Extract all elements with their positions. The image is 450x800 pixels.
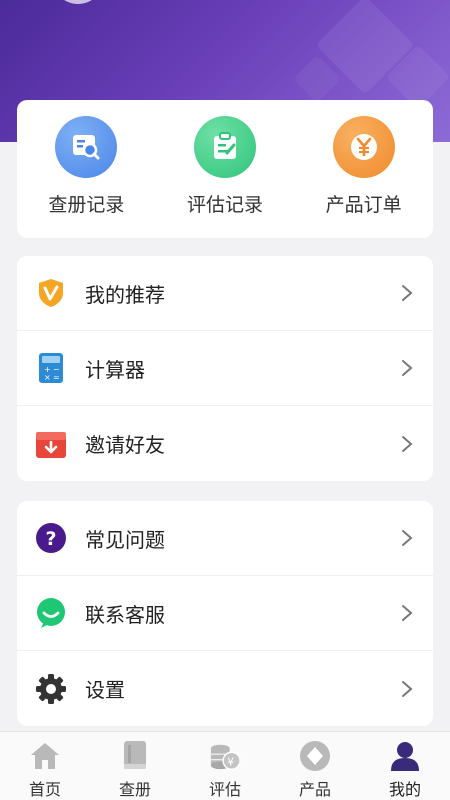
menu-item-label: 联系客服: [85, 602, 165, 627]
svg-text:×: ×: [44, 373, 51, 382]
menu-item-faq[interactable]: ? 常见问题: [17, 501, 433, 576]
tab-evaluation[interactable]: ¥ 评估: [180, 732, 270, 800]
svg-text:=: =: [53, 373, 60, 382]
chevron-right-icon: [399, 285, 415, 301]
tab-label: 查册: [118, 780, 151, 799]
menu-item-label: 常见问题: [85, 527, 165, 552]
tab-products[interactable]: 产品: [270, 732, 360, 800]
menu-item-my-recommendations[interactable]: 我的推荐: [17, 256, 433, 331]
home-icon: [29, 740, 61, 772]
shield-v-icon: [35, 277, 67, 309]
quick-action-product-orders[interactable]: 产品订单: [294, 100, 433, 238]
menu-item-calculator[interactable]: + − × = 计算器: [17, 331, 433, 406]
search-document-icon: [55, 116, 118, 178]
chat-bubble-icon: [35, 597, 67, 629]
menu-item-label: 我的推荐: [85, 282, 165, 307]
yen-icon: [332, 116, 395, 178]
quick-action-search-records[interactable]: 查册记录: [17, 100, 156, 238]
menu-item-settings[interactable]: 设置: [17, 651, 433, 726]
coins-icon: ¥: [209, 740, 241, 772]
tab-search-registry[interactable]: 查册: [90, 732, 180, 800]
menu-item-label: 邀请好友: [85, 433, 165, 457]
tab-mine[interactable]: 我的: [360, 732, 450, 800]
calculator-icon: + − × =: [35, 352, 67, 384]
diamond-icon: [299, 740, 331, 772]
gift-icon: [35, 428, 67, 460]
svg-text:?: ?: [46, 528, 57, 550]
question-icon: ?: [35, 522, 67, 554]
avatar[interactable]: [52, 0, 104, 4]
chevron-right-icon: [399, 605, 415, 621]
gear-icon: [35, 673, 67, 705]
tab-label: 我的: [388, 780, 421, 799]
menu-item-label: 计算器: [85, 357, 145, 382]
quick-action-label: 产品订单: [325, 194, 402, 216]
user-icon: [389, 740, 421, 772]
tab-home[interactable]: 首页: [0, 732, 90, 800]
bottom-tab-bar: 首页 查册 ¥ 评估 产品 我的: [0, 731, 450, 800]
menu-item-label: 设置: [85, 678, 125, 702]
quick-action-label: 评估记录: [187, 194, 264, 216]
menu-item-invite-friends[interactable]: 邀请好友: [17, 406, 433, 481]
quick-action-label: 查册记录: [48, 194, 125, 216]
tab-label: 产品: [298, 780, 331, 799]
clipboard-edit-icon: [194, 116, 256, 178]
chevron-right-icon: [399, 530, 415, 546]
chevron-right-icon: [399, 360, 415, 376]
menu-group-1: 我的推荐 + − × = 计算器 邀请好友: [17, 256, 433, 481]
svg-text:¥: ¥: [227, 756, 234, 768]
menu-item-contact-support[interactable]: 联系客服: [17, 576, 433, 651]
menu-group-2: ? 常见问题 联系客服 设置: [17, 501, 433, 726]
chevron-right-icon: [399, 680, 415, 697]
book-icon: [119, 740, 151, 772]
quick-actions-card: 查册记录 评估记录 产品订单: [17, 100, 433, 238]
chevron-right-icon: [399, 435, 415, 452]
tab-label: 首页: [28, 780, 61, 799]
quick-action-evaluation-records[interactable]: 评估记录: [156, 100, 295, 238]
tab-label: 评估: [208, 780, 241, 799]
